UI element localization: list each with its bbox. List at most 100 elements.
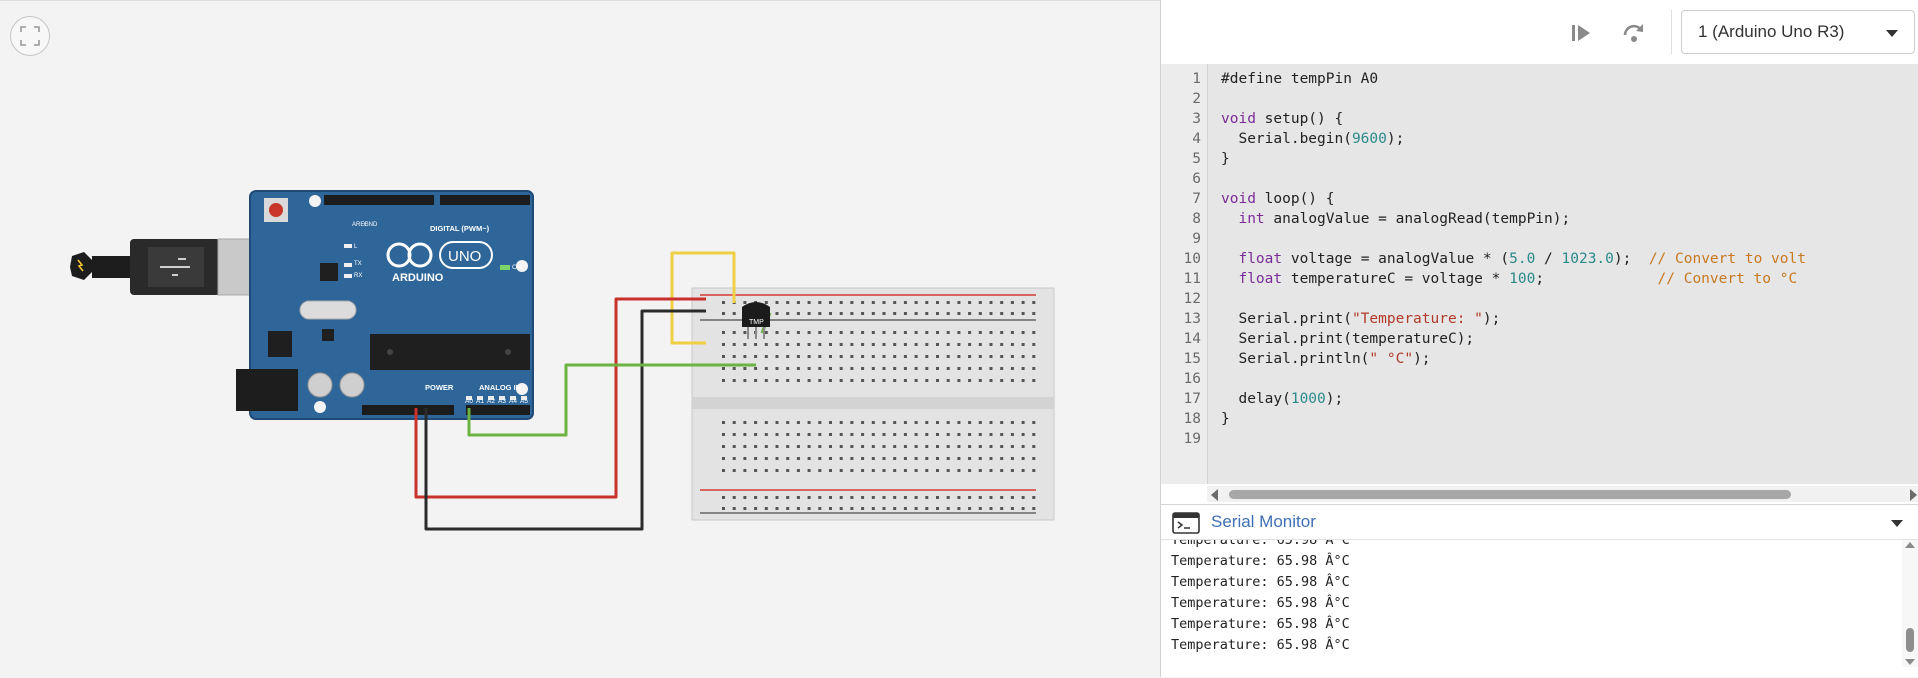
code-line[interactable]: #define tempPin A0	[1221, 69, 1378, 89]
code-token: int	[1238, 211, 1265, 227]
code-token: " °C"	[1369, 351, 1414, 367]
serial-output-line: Temperature: 65.98 Â°C	[1171, 595, 1350, 611]
code-token: voltage = analogValue * (	[1282, 251, 1510, 267]
code-token: }	[1221, 411, 1230, 427]
code-toolbar: 1 (Arduino Uno R3)	[1161, 0, 1918, 65]
code-token: 100	[1509, 271, 1536, 287]
pin-a3-label: A3	[498, 398, 506, 405]
line-number: 4	[1192, 131, 1201, 147]
code-token: temperatureC = voltage *	[1282, 271, 1510, 287]
code-line[interactable]: float voltage = analogValue * (5.0 / 102…	[1221, 249, 1806, 269]
code-token: void	[1221, 111, 1256, 127]
line-number: 10	[1183, 251, 1201, 267]
code-token: float	[1238, 251, 1283, 267]
line-number: 8	[1192, 211, 1201, 227]
line-number: 1	[1192, 71, 1201, 87]
serial-output-line: Temperature: 65.98 Â°C	[1171, 637, 1350, 653]
code-token: );	[1325, 391, 1344, 407]
scroll-left-icon[interactable]	[1211, 489, 1218, 501]
line-number: 19	[1183, 431, 1201, 447]
step-over-button[interactable]	[1621, 20, 1647, 46]
circuit-canvas[interactable]: ARDUINO UNO ON DIGITAL (PWM~) POWER ANAL…	[0, 0, 1160, 677]
rx-label: RX	[354, 273, 362, 279]
device-select-label: 1 (Arduino Uno R3)	[1698, 22, 1845, 41]
scroll-right-icon[interactable]	[1910, 489, 1917, 501]
code-token: // Convert to volt	[1648, 251, 1806, 267]
code-token: );	[1482, 311, 1501, 327]
scroll-down-icon[interactable]	[1905, 659, 1915, 665]
serial-monitor-output[interactable]: Temperature: 65.98 Â°C Temperature: 65.98…	[1161, 540, 1903, 666]
code-token: }	[1221, 151, 1230, 167]
step-over-icon	[1623, 24, 1644, 42]
pin-a1-label: A1	[476, 398, 484, 405]
pin-a5-label: A5	[520, 398, 528, 405]
code-line[interactable]: Serial.print("Temperature: ");	[1221, 309, 1500, 329]
uno-model-label: UNO	[448, 248, 481, 265]
horizontal-scroll-thumb[interactable]	[1229, 490, 1791, 499]
serial-scroll-thumb[interactable]	[1906, 628, 1914, 652]
code-token: Serial.print(	[1221, 311, 1352, 327]
code-line[interactable]: Serial.print(temperatureC);	[1221, 329, 1474, 349]
pin-a4-label: A4	[509, 398, 517, 405]
line-number: 7	[1192, 191, 1201, 207]
code-token: 1000	[1290, 391, 1326, 407]
scroll-up-icon[interactable]	[1905, 542, 1915, 548]
code-line[interactable]: float temperatureC = voltage * 100; // C…	[1221, 269, 1797, 289]
code-token: setup() {	[1255, 111, 1344, 127]
on-led-label: ON	[512, 264, 522, 271]
line-number: 15	[1183, 351, 1201, 367]
caret-down-icon[interactable]	[1891, 520, 1903, 527]
serial-monitor-title: Serial Monitor	[1211, 512, 1316, 531]
code-token: loop() {	[1255, 191, 1335, 207]
code-token: Serial.println(	[1221, 351, 1370, 367]
line-number: 16	[1183, 371, 1201, 387]
serial-vertical-scrollbar[interactable]	[1902, 540, 1918, 667]
code-token: 1023.0	[1561, 251, 1614, 267]
power-label: POWER	[425, 383, 454, 392]
digital-pins-label: DIGITAL (PWM~)	[430, 224, 490, 233]
step-play-button[interactable]	[1568, 20, 1594, 46]
code-line[interactable]: void loop() {	[1221, 189, 1335, 209]
line-number: 9	[1192, 231, 1201, 247]
code-line[interactable]: void setup() {	[1221, 109, 1343, 129]
code-line[interactable]: delay(1000);	[1221, 389, 1343, 409]
serial-output-line: Temperature: 65.98 Â°C	[1171, 574, 1350, 590]
code-editor[interactable]: 1 2 3 4 5 6 7 8 9 10 11 12 13 14 15 16 17 18 19 #define te…	[1161, 64, 1918, 484]
code-token: // Convert to °C	[1657, 271, 1798, 287]
code-line[interactable]: }	[1221, 149, 1230, 169]
tx-label: TX	[354, 261, 362, 267]
code-token: delay(	[1221, 391, 1291, 407]
terminal-window-icon	[1172, 512, 1200, 534]
code-token: /	[1535, 251, 1562, 267]
code-line[interactable]: int analogValue = analogRead(tempPin);	[1221, 209, 1570, 229]
horizontal-scrollbar[interactable]	[1207, 486, 1918, 502]
serial-output-line: Temperature: 65.98 Â°C	[1171, 553, 1350, 569]
step-play-icon	[1572, 25, 1590, 41]
line-number: 17	[1183, 391, 1201, 407]
code-token: float	[1238, 271, 1283, 287]
code-token: );	[1613, 251, 1649, 267]
toolbar-divider	[1671, 10, 1672, 54]
line-number: 5	[1192, 151, 1201, 167]
code-token: #define tempPin A0	[1221, 71, 1379, 87]
code-token: );	[1386, 131, 1405, 147]
line-number: 12	[1183, 291, 1201, 307]
line-number: 11	[1183, 271, 1201, 287]
pin-a0-label: A0	[465, 398, 473, 405]
device-select-dropdown[interactable]: 1 (Arduino Uno R3)	[1681, 10, 1915, 54]
code-line[interactable]: }	[1221, 409, 1230, 429]
serial-output-line: Temperature: 65.98 Â°C	[1171, 540, 1350, 548]
caret-down-icon	[1886, 30, 1898, 37]
code-line[interactable]: Serial.println(" °C");	[1221, 349, 1430, 369]
line-number: 13	[1183, 311, 1201, 327]
code-token: void	[1221, 191, 1256, 207]
sensor-label: TMP	[749, 319, 764, 326]
circuit-diagram: ARDUINO UNO ON DIGITAL (PWM~) POWER ANAL…	[70, 190, 1055, 531]
code-line[interactable]: Serial.begin(9600);	[1221, 129, 1404, 149]
code-token: 9600	[1351, 131, 1387, 147]
line-number: 3	[1192, 111, 1201, 127]
serial-monitor-header[interactable]: Serial Monitor	[1161, 504, 1918, 540]
